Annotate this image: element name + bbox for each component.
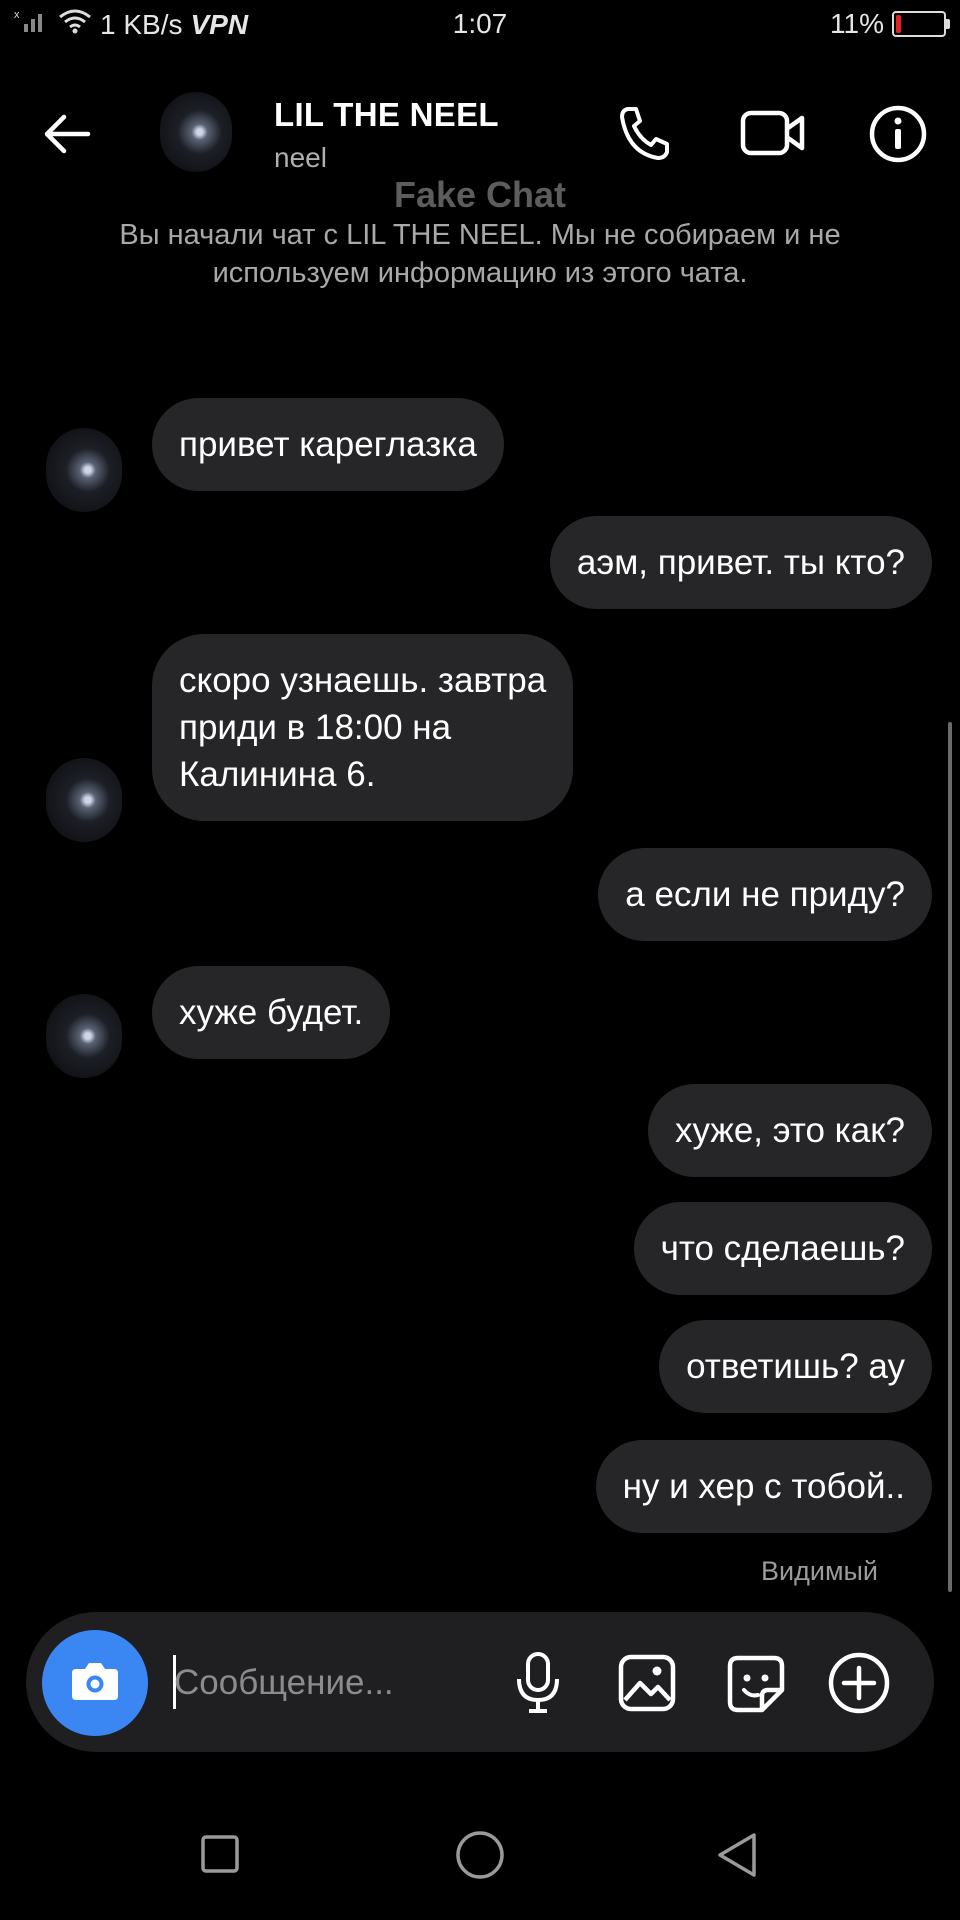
recents-square-icon[interactable] bbox=[196, 1830, 244, 1878]
home-circle-icon[interactable] bbox=[453, 1828, 507, 1882]
contact-name[interactable]: LIL THE NEEL bbox=[274, 96, 499, 134]
sent-message[interactable]: хуже, это как? bbox=[648, 1084, 932, 1177]
battery-fill bbox=[896, 15, 901, 33]
sender-avatar bbox=[46, 994, 122, 1078]
contact-username: neel bbox=[274, 142, 327, 173]
info-icon[interactable] bbox=[866, 102, 930, 166]
back-arrow-icon[interactable] bbox=[30, 104, 104, 164]
seen-status: Видимый bbox=[761, 1556, 878, 1586]
sent-message[interactable]: а если не приду? bbox=[598, 848, 932, 941]
microphone-icon[interactable] bbox=[508, 1650, 568, 1716]
chat-intro-text: Вы начали чат с LIL THE NEEL. Мы не соби… bbox=[119, 219, 841, 289]
plus-icon[interactable] bbox=[826, 1650, 892, 1716]
battery-icon bbox=[892, 11, 950, 37]
status-bar: x 1 KB/s VPN 1:07 11% bbox=[0, 0, 960, 50]
contact-avatar[interactable] bbox=[160, 92, 232, 172]
battery-percent: 11% bbox=[830, 8, 884, 39]
camera-icon bbox=[70, 1660, 120, 1707]
video-camera-icon[interactable] bbox=[738, 102, 808, 164]
received-message[interactable]: привет кареглазка bbox=[152, 398, 504, 491]
fake-chat-banner: Fake Chat bbox=[393, 174, 567, 215]
phone-icon[interactable] bbox=[614, 102, 674, 164]
message-input[interactable] bbox=[174, 1652, 494, 1714]
sent-message[interactable]: аэм, привет. ты кто? bbox=[549, 516, 932, 609]
back-triangle-icon[interactable] bbox=[712, 1830, 762, 1880]
sender-avatar bbox=[46, 758, 122, 842]
sent-message[interactable]: ответишь? ау bbox=[659, 1320, 932, 1413]
status-right: 11% bbox=[830, 8, 950, 40]
sent-message[interactable]: ну и хер с тобой.. bbox=[595, 1440, 932, 1533]
image-icon[interactable] bbox=[616, 1652, 678, 1714]
camera-button[interactable] bbox=[42, 1630, 148, 1736]
sticker-icon[interactable] bbox=[724, 1652, 788, 1716]
scrollbar[interactable] bbox=[948, 722, 952, 1592]
sender-avatar bbox=[46, 428, 122, 512]
sent-message[interactable]: что сделаешь? bbox=[633, 1202, 932, 1295]
status-time: 1:07 bbox=[452, 8, 508, 39]
received-message[interactable]: скоро узнаешь. завтра приди в 18:00 на К… bbox=[152, 634, 574, 821]
received-message[interactable]: хуже будет. bbox=[152, 966, 391, 1059]
